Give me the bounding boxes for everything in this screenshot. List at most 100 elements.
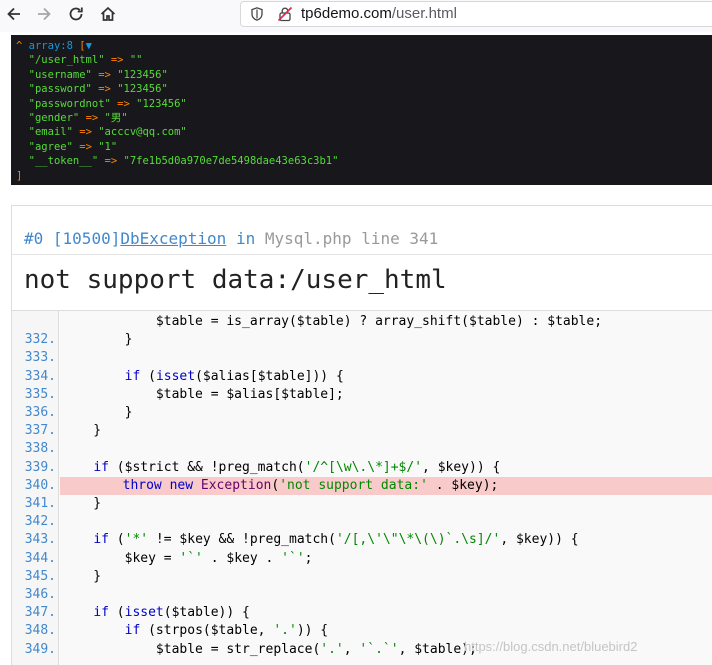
dump-key: "email" — [28, 126, 73, 139]
code-text: $key = '`' . $key . '`'; — [62, 550, 313, 566]
exception-line-word: line — [361, 229, 400, 248]
code-line: 336. } — [12, 404, 712, 422]
line-number: 343. — [24, 532, 56, 548]
line-number: 333. — [24, 350, 56, 366]
exception-file: Mysql.php — [264, 229, 352, 248]
code-text: $table = is_array($table) ? array_shift(… — [62, 314, 603, 329]
dump-header: ^ array:8 [▼ — [16, 39, 712, 53]
watermark: https://blog.csdn.net/bluebird2 — [464, 639, 638, 654]
code-text: if (strpos($table, '.')) { — [124, 623, 329, 639]
code-text: if (isset($table)) { — [93, 605, 250, 621]
dump-key: "/user_html" — [28, 54, 105, 67]
code-text: $table = $alias[$table]; — [62, 386, 344, 402]
dump-arrow: => — [79, 126, 92, 139]
url-text[interactable]: tp6demo.com/user.html — [301, 5, 457, 22]
dump-value: "1" — [98, 140, 118, 153]
line-number: 334. — [24, 368, 56, 384]
reload-icon[interactable] — [62, 0, 90, 28]
url-path: /user.html — [391, 5, 457, 22]
dump-key: "__token__" — [28, 155, 99, 168]
line-number: 347. — [24, 605, 56, 621]
dump-value: "123456" — [117, 83, 168, 96]
code-line: $table = is_array($table) ? array_shift(… — [12, 313, 712, 331]
code-text: } — [62, 423, 102, 439]
dump-entries: "/user_html" => "" "username" => "123456… — [16, 53, 712, 168]
forward-arrow-icon[interactable] — [30, 0, 58, 28]
line-number: 338. — [24, 441, 56, 457]
code-line: 343. if ('*' != $key && !preg_match('/[,… — [12, 531, 712, 549]
code-line: 335. $table = $alias[$table]; — [12, 386, 712, 404]
var-dump-panel: ^ array:8 [▼ "/user_html" => "" "usernam… — [11, 35, 712, 185]
exception-info: #0 [10500]DbException in Mysql.php line … — [24, 229, 438, 248]
dump-arrow: => — [104, 155, 118, 168]
dump-entry: "password" => "123456" — [16, 82, 712, 96]
code-text: if ('*' != $key && !preg_match('/[,\'\"\… — [93, 532, 579, 548]
code-line: 338. — [12, 440, 712, 458]
code-line: 345. } — [12, 568, 712, 586]
dump-entry: "passwordnot" => "123456" — [16, 97, 712, 111]
dump-arrow: => — [117, 97, 130, 110]
dump-value: "男" — [104, 111, 128, 124]
dump-arrow: => — [110, 54, 124, 67]
dump-entry: "email" => "acccv@qq.com" — [16, 125, 712, 139]
dump-type: array:8 — [28, 40, 73, 52]
code-text: $table = str_replace('.', '`.`', $table)… — [62, 641, 477, 657]
code-line: 342. — [12, 513, 712, 531]
code-line: 339. if ($strict && !preg_match('/^[\w\.… — [12, 459, 712, 477]
dump-key: "agree" — [28, 140, 73, 153]
dump-caret[interactable]: ^ — [16, 40, 22, 52]
exception-line: 341 — [409, 229, 439, 248]
code-line: 344. $key = '`' . $key . '`'; — [12, 550, 712, 568]
code-text: } — [62, 332, 133, 348]
dump-arrow: => — [85, 111, 99, 124]
code-line: 347. if (isset($table)) { — [12, 604, 712, 622]
dump-key: "passwordnot" — [28, 97, 111, 110]
insecure-lock-icon[interactable] — [277, 6, 293, 22]
browser-toolbar: tp6demo.com/user.html — [0, 0, 712, 32]
line-number: 337. — [24, 423, 56, 439]
line-number: 340. — [24, 477, 56, 493]
dump-entry: "/user_html" => "" — [16, 53, 712, 67]
line-number: 345. — [24, 568, 56, 584]
dump-entry: "__token__" => "7fe1b5d0a970e7de5498dae4… — [16, 154, 712, 168]
code-line: 337. } — [12, 422, 712, 440]
line-number: 335. — [24, 386, 56, 402]
dump-toggle-icon[interactable]: ▼ — [86, 40, 92, 52]
code-line: 334. if (isset($alias[$table])) { — [12, 368, 712, 386]
line-number: 346. — [24, 587, 56, 602]
url-bar[interactable]: tp6demo.com/user.html — [240, 1, 712, 27]
home-icon[interactable] — [94, 0, 122, 28]
code-text: } — [62, 568, 102, 584]
dump-value: "acccv@qq.com" — [98, 126, 187, 139]
code-text: throw new Exception('not support data:' … — [122, 477, 499, 493]
dump-value: "7fe1b5d0a970e7de5498dae43e63c3b1" — [123, 155, 339, 168]
source-code-block: $table = is_array($table) ? array_shift(… — [12, 310, 712, 665]
line-number: 349. — [24, 641, 56, 657]
exception-class-link[interactable]: DbException — [120, 229, 226, 248]
back-arrow-icon[interactable] — [0, 0, 28, 28]
dump-entry: "gender" => "男" — [16, 111, 712, 125]
code-text: if (isset($alias[$table])) { — [124, 368, 344, 384]
code-line: 333. — [12, 349, 712, 367]
line-number: 332. — [24, 332, 56, 348]
code-line: 341. } — [12, 495, 712, 513]
exception-panel: #0 [10500]DbException in Mysql.php line … — [11, 205, 712, 665]
dump-entry: "agree" => "1" — [16, 140, 712, 154]
shield-icon[interactable] — [251, 7, 263, 21]
exception-in-word: in — [235, 229, 256, 248]
code-line: 332. } — [12, 331, 712, 349]
code-text: if ($strict && !preg_match('/^[\w\.\*]+$… — [93, 459, 501, 475]
dump-arrow: => — [98, 68, 111, 81]
exception-message: not support data:/user_html — [24, 265, 447, 295]
line-number: 336. — [24, 405, 56, 420]
code-line-highlighted: 340. throw new Exception('not support da… — [12, 476, 712, 495]
dump-value: "123456" — [117, 68, 168, 81]
code-line: 348. if (strpos($table, '.')) { — [12, 622, 712, 640]
dump-value: "123456" — [136, 97, 187, 110]
dump-value: "" — [129, 54, 143, 67]
code-text: } — [62, 496, 102, 511]
exception-index: #0 — [24, 229, 44, 248]
line-number: 339. — [24, 459, 56, 475]
divider — [12, 254, 712, 255]
line-number: 348. — [24, 623, 56, 639]
